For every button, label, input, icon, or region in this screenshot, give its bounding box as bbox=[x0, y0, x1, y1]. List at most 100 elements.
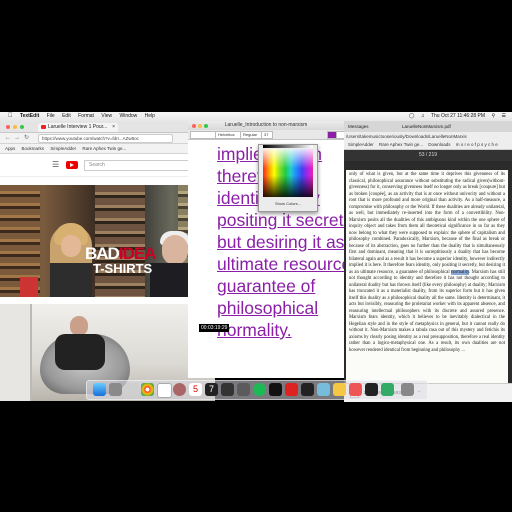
menu-help[interactable]: Help bbox=[145, 112, 155, 121]
close-window-icon[interactable] bbox=[192, 124, 196, 128]
terminal-icon[interactable] bbox=[221, 383, 234, 396]
video-timecode: 00:03:19:29 bbox=[199, 324, 230, 332]
show-colors-button[interactable]: Show Colors... bbox=[263, 200, 313, 207]
app-icon[interactable] bbox=[381, 383, 394, 396]
photos-icon[interactable] bbox=[173, 383, 186, 396]
calendar-icon[interactable]: 5 bbox=[189, 383, 202, 396]
dock: 5 7 bbox=[86, 380, 428, 400]
ad-thumbnail[interactable] bbox=[20, 277, 38, 297]
document-title: Laruelle_Introduction to non-marxism bbox=[224, 122, 308, 128]
app-icon[interactable] bbox=[365, 383, 378, 396]
back-icon[interactable]: ← bbox=[5, 133, 11, 143]
youtube-favicon-icon bbox=[41, 125, 46, 129]
video-separator bbox=[0, 297, 215, 304]
bookmark-bookmarks[interactable]: Bookmarks bbox=[22, 146, 45, 151]
tab-title: Laruelle Interview 1 Pour... bbox=[48, 124, 108, 130]
pdf-text: . Marxism has still not thought accordin… bbox=[349, 269, 505, 353]
menu-window[interactable]: Window bbox=[119, 112, 137, 121]
tab-pdf[interactable]: LaruelleNonMarxism.pdf bbox=[402, 121, 451, 132]
zoom-window-icon[interactable] bbox=[20, 125, 24, 129]
bookmark-apps[interactable]: Apps bbox=[5, 146, 15, 151]
url-field[interactable]: https://www.youtube.com/watch?v=fdrr...A… bbox=[38, 134, 173, 143]
bookmark-downloads[interactable]: Downloads bbox=[428, 142, 450, 147]
menu-bar:  TextEdit File Edit Format View Window … bbox=[0, 112, 512, 121]
bookmarks-bar: Apps Bookmarks SimpleAdder Rare Aphex Tw… bbox=[0, 144, 215, 154]
music-app-icon[interactable] bbox=[237, 383, 250, 396]
text-line: normality. bbox=[217, 320, 292, 340]
seated-man bbox=[50, 316, 110, 371]
app-menu[interactable]: TextEdit bbox=[20, 112, 39, 121]
video-player[interactable]: BADIDEA T-SHIRTS bbox=[0, 185, 215, 297]
bookmark-more-of-psyche[interactable]: m o r e o f p s y c h e bbox=[456, 142, 498, 147]
color-swatch-grid[interactable] bbox=[263, 149, 313, 197]
text-line: guarantee of bbox=[217, 276, 316, 296]
color-picker-popover: Show Colors... bbox=[258, 144, 318, 212]
textedit-icon[interactable] bbox=[157, 383, 172, 398]
font-family-menu[interactable]: Helvetica bbox=[215, 131, 241, 139]
system-preferences-icon[interactable] bbox=[125, 383, 138, 396]
menu-format[interactable]: Format bbox=[78, 112, 94, 121]
ad-text-tshirts: T-SHIRTS bbox=[93, 261, 153, 276]
page-indicator: 53 / 219 bbox=[344, 150, 512, 161]
font-style-menu[interactable]: Regular bbox=[240, 131, 262, 139]
paragraph-style-menu[interactable] bbox=[190, 131, 216, 139]
bookmark-simpleadder[interactable]: SimpleAdder bbox=[50, 146, 76, 151]
forward-icon[interactable]: → bbox=[14, 133, 20, 143]
browser-tab[interactable]: Laruelle Interview 1 Pour... × bbox=[38, 123, 118, 132]
trash-icon[interactable] bbox=[401, 383, 414, 396]
menu-view[interactable]: View bbox=[101, 112, 112, 121]
tab-bar: Laruelle Interview 1 Pour... × bbox=[0, 121, 215, 133]
launchpad-icon[interactable] bbox=[109, 383, 122, 396]
bookmark-simpleadder[interactable]: SimpleAdder bbox=[348, 142, 374, 147]
hamburger-menu-icon[interactable]: ☰ bbox=[52, 161, 59, 169]
reload-icon[interactable]: ↻ bbox=[24, 133, 29, 143]
greyscale-row[interactable] bbox=[263, 145, 313, 148]
tab-messages[interactable]: Messages bbox=[348, 121, 369, 132]
pdf-bookmarks-bar: SimpleAdder Rare Aphex Twin ge... Downlo… bbox=[344, 141, 512, 150]
pdf-browser-window: Messages LaruelleNonMarxism.pdf /Users/t… bbox=[344, 121, 512, 401]
close-tab-icon[interactable]: × bbox=[112, 123, 115, 132]
pdf-page[interactable]: only of what is given, but at the same t… bbox=[346, 170, 508, 401]
text-line: ultimate resource, a bbox=[217, 254, 344, 274]
chrome-icon[interactable] bbox=[141, 383, 154, 396]
ad-overlay[interactable]: BADIDEA T-SHIRTS bbox=[85, 245, 190, 287]
spotify-icon[interactable] bbox=[253, 383, 266, 396]
textedit-titlebar: Laruelle_Introduction to non-marxism bbox=[188, 121, 344, 130]
text-line: positing it secretly, bbox=[217, 210, 344, 230]
volume-icon[interactable]: ♫ bbox=[421, 113, 425, 119]
pdf-url-field[interactable]: /Users/takemusictooseriously/Downloads/L… bbox=[344, 132, 512, 141]
app-badge-icon[interactable]: 7 bbox=[205, 383, 218, 396]
minimize-window-icon[interactable] bbox=[198, 124, 202, 128]
app-icon[interactable] bbox=[349, 383, 362, 396]
clock[interactable]: Thu Oct 27 11:46:28 PM bbox=[431, 113, 485, 119]
doorway bbox=[0, 304, 32, 401]
red-app-icon[interactable] bbox=[285, 383, 298, 396]
pdf-tab-bar: Messages LaruelleNonMarxism.pdf bbox=[344, 121, 512, 132]
text-line: but desiring it as an bbox=[217, 232, 344, 252]
finder-icon[interactable] bbox=[93, 383, 106, 396]
menu-edit[interactable]: Edit bbox=[62, 112, 71, 121]
minimize-window-icon[interactable] bbox=[13, 125, 17, 129]
font-size-menu[interactable]: 37 bbox=[261, 131, 273, 139]
pdf-text: only of what is given, but at the same t… bbox=[349, 172, 505, 275]
close-window-icon[interactable] bbox=[6, 125, 10, 129]
highlighted-word: normality bbox=[451, 269, 470, 275]
wifi-icon[interactable]: ◯ bbox=[409, 113, 415, 119]
menu-list-icon[interactable]: ☰ bbox=[502, 113, 506, 119]
address-bar-row: ← → ↻ https://www.youtube.com/watch?v=fd… bbox=[0, 133, 215, 144]
format-toolbar: Helvetica Regular 37 bbox=[188, 130, 344, 140]
apple-menu-icon[interactable]:  bbox=[8, 112, 13, 121]
text-line: philosophical bbox=[217, 298, 319, 318]
youtube-logo-icon[interactable] bbox=[66, 161, 78, 169]
search-icon[interactable]: ⚲ bbox=[491, 113, 495, 119]
bookmark-aphex[interactable]: Rare Aphex Twin ge... bbox=[379, 142, 423, 147]
bold-button[interactable] bbox=[336, 131, 344, 139]
blue-app-icon[interactable] bbox=[317, 383, 330, 396]
dark-app-icon[interactable] bbox=[301, 383, 314, 396]
youtube-header: ☰ Search bbox=[0, 154, 215, 177]
zoom-window-icon[interactable] bbox=[204, 124, 208, 128]
notes-icon[interactable] bbox=[333, 383, 346, 396]
bookmark-aphex[interactable]: Rare Aphex Twin ge... bbox=[82, 146, 126, 151]
menu-file[interactable]: File bbox=[47, 112, 55, 121]
audio-app-icon[interactable] bbox=[269, 383, 282, 396]
